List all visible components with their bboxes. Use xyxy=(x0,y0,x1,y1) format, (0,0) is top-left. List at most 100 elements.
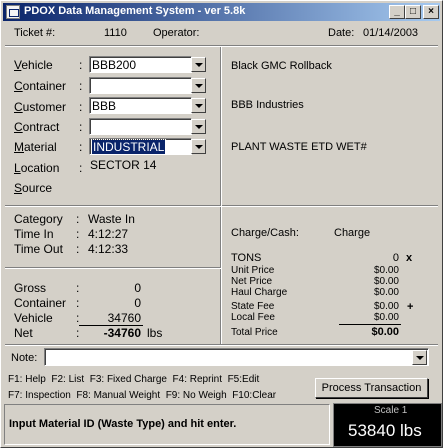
vehicle-label: Vehicle xyxy=(14,58,53,72)
hotkey-f2: F2: List xyxy=(51,374,85,385)
hotkey-f7: F7: Inspection xyxy=(8,390,71,401)
minimize-button[interactable]: _ xyxy=(389,5,405,19)
hotkey-f1: F1: Help xyxy=(8,374,46,385)
main-window: PDOX Data Management System - ver 5.8k _… xyxy=(0,0,443,448)
container-weight-value: 0 xyxy=(134,296,141,310)
scale-weight: 53840 lbs xyxy=(348,421,422,440)
hotkey-row-1: F1: Help F2: List F3: Fixed Charge F4: R… xyxy=(8,374,259,385)
note-label: Note: xyxy=(11,352,38,364)
tons-label: TONS xyxy=(231,252,262,264)
container-weight-colon: : xyxy=(76,296,80,310)
tons-value: 0 xyxy=(392,252,399,264)
gross-label: Gross xyxy=(14,281,47,295)
hotkey-f8: F8: Manual Weight xyxy=(76,390,161,401)
haul-charge-label: Haul Charge xyxy=(231,287,288,298)
customer-description: BBB Industries xyxy=(231,99,304,111)
container-input[interactable] xyxy=(89,77,192,94)
material-description: PLANT WASTE ETD WET# xyxy=(231,141,367,153)
customer-label: Customer xyxy=(14,100,67,114)
container-dropdown-button[interactable] xyxy=(191,78,206,93)
total-price-value: $0.00 xyxy=(371,326,399,338)
time-in-value: 4:12:27 xyxy=(88,227,129,241)
hotkey-f3: F3: Fixed Charge xyxy=(89,374,167,385)
contract-label: Contract xyxy=(14,120,60,134)
app-icon xyxy=(6,5,20,19)
gross-colon: : xyxy=(76,281,80,295)
material-dropdown-button[interactable] xyxy=(191,139,206,154)
vehicle-input[interactable]: BBB200 xyxy=(89,56,192,73)
vehicle-colon: : xyxy=(79,58,83,72)
unit-price-label: Unit Price xyxy=(231,265,275,276)
source-label: Source xyxy=(14,181,53,195)
customer-input[interactable]: BBB xyxy=(89,97,192,114)
unit-price-value: $0.00 xyxy=(373,265,399,276)
total-price-label: Total Price xyxy=(231,327,278,338)
hotkey-f10: F10:Clear xyxy=(232,390,277,401)
category-label: Category xyxy=(14,212,63,226)
material-input[interactable]: INDUSTRIAL xyxy=(89,138,192,155)
net-label: Net xyxy=(14,326,33,340)
charge-cash-value: Charge xyxy=(334,227,371,239)
hotkey-f5: F5:Edit xyxy=(227,374,260,385)
time-out-colon: : xyxy=(76,242,80,256)
local-fee-value: $0.00 xyxy=(373,312,399,323)
location-label: Location xyxy=(14,161,60,175)
time-out-label: Time Out xyxy=(14,242,63,256)
hotkey-f4: F4: Reprint xyxy=(172,374,223,385)
vehicle-dropdown-button[interactable] xyxy=(191,57,206,72)
scale-readout: Scale 1 53840 lbs xyxy=(333,403,442,447)
total-sum-line xyxy=(339,324,401,325)
tons-multiply-mark: x xyxy=(406,252,413,264)
gross-value: 0 xyxy=(134,281,141,295)
window-title: PDOX Data Management System - ver 5.8k xyxy=(24,5,246,17)
location-colon: : xyxy=(79,161,83,175)
process-transaction-button[interactable]: Process Transaction xyxy=(315,378,428,398)
haul-charge-value: $0.00 xyxy=(373,287,399,298)
customer-dropdown-button[interactable] xyxy=(191,98,206,113)
scale-label: Scale 1 xyxy=(374,405,408,416)
state-fee-plus-mark: + xyxy=(407,301,414,313)
state-fee-label: State Fee xyxy=(231,301,275,312)
material-colon: : xyxy=(79,140,83,154)
net-price-label: Net Price xyxy=(231,276,273,287)
date-label: Date: xyxy=(328,27,355,39)
close-button[interactable]: × xyxy=(423,5,439,19)
vehicle-description: Black GMC Rollback xyxy=(231,60,332,72)
category-colon: : xyxy=(76,212,80,226)
charges-top-divider xyxy=(222,205,438,207)
customer-colon: : xyxy=(79,100,83,114)
vehicle-weight-colon: : xyxy=(76,311,80,325)
vehicle-weight-value: 34760 xyxy=(107,311,141,325)
time-in-colon: : xyxy=(76,227,80,241)
contract-input[interactable] xyxy=(89,118,192,135)
net-price-value: $0.00 xyxy=(373,276,399,287)
title-bar[interactable]: PDOX Data Management System - ver 5.8k _… xyxy=(3,3,440,21)
status-message: Input Material ID (Waste Type) and hit e… xyxy=(9,418,237,430)
note-input[interactable] xyxy=(44,348,429,366)
bottom-divider xyxy=(5,344,438,346)
date-value: 01/14/2003 xyxy=(363,27,419,39)
container-label: Container xyxy=(14,79,67,93)
time-out-value: 4:12:33 xyxy=(88,242,129,256)
hotkey-f9: F9: No Weigh xyxy=(165,390,227,401)
material-label: Material xyxy=(14,140,57,154)
ticket-number: 1110 xyxy=(104,27,127,39)
vertical-divider xyxy=(220,47,222,346)
location-value: SECTOR 14 xyxy=(90,158,157,172)
local-fee-label: Local Fee xyxy=(231,312,275,323)
ticket-label: Ticket #: xyxy=(14,27,56,39)
contract-dropdown-button[interactable] xyxy=(191,119,206,134)
net-unit: lbs xyxy=(147,326,163,340)
net-colon: : xyxy=(76,326,80,340)
time-in-label: Time In xyxy=(14,227,54,241)
material-selected-text: INDUSTRIAL xyxy=(90,139,167,154)
net-value: -34760 xyxy=(103,326,141,340)
hotkey-row-2: F7: Inspection F8: Manual Weight F9: No … xyxy=(8,390,276,401)
note-dropdown-button[interactable] xyxy=(412,350,427,365)
vehicle-weight-label: Vehicle xyxy=(14,311,53,325)
contract-colon: : xyxy=(79,120,83,134)
container-colon: : xyxy=(79,79,83,93)
maximize-button[interactable]: □ xyxy=(405,5,421,19)
operator-label: Operator: xyxy=(153,27,200,39)
form-divider xyxy=(5,205,221,207)
